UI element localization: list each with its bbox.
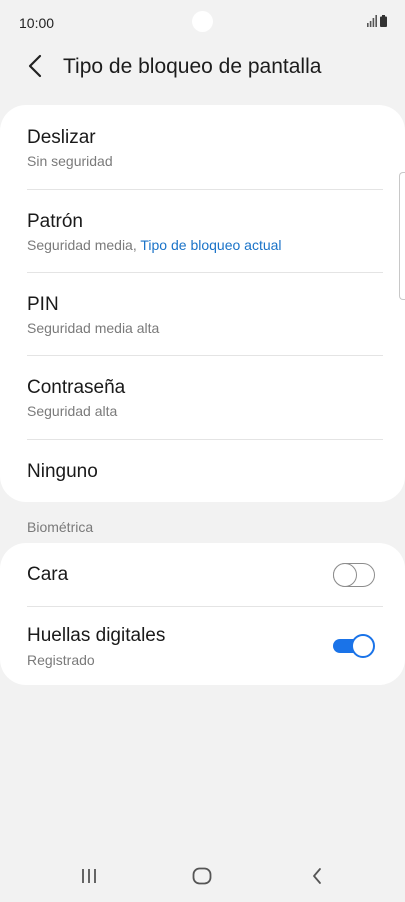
recent-apps-button[interactable] (74, 862, 104, 890)
lock-option-deslizar[interactable]: Deslizar Sin seguridad (0, 105, 405, 189)
camera-cutout (192, 11, 213, 32)
lock-option-ninguno[interactable]: Ninguno (0, 439, 405, 502)
toggle-knob (333, 563, 357, 587)
back-button[interactable] (22, 52, 48, 80)
biometric-subtitle: Registrado (27, 652, 95, 668)
lock-option-subtitle: Sin seguridad (27, 153, 113, 169)
biometrics-list: Cara Huellas digitales Registrado (0, 543, 405, 685)
home-icon (192, 867, 212, 885)
lock-option-contrasena[interactable]: Contraseña Seguridad alta (0, 355, 405, 439)
fingerprint-toggle[interactable] (333, 634, 375, 658)
signal-icon (367, 15, 377, 27)
lock-option-patron[interactable]: Patrón Seguridad media, Tipo de bloqueo … (0, 189, 405, 272)
lock-option-pin[interactable]: PIN Seguridad media alta (0, 272, 405, 355)
lock-option-subtitle: Seguridad media, Tipo de bloqueo actual (27, 237, 282, 253)
recent-apps-icon (82, 869, 96, 883)
lock-option-subtitle: Seguridad alta (27, 403, 118, 419)
navigation-bar (0, 848, 405, 902)
toggle-knob (351, 634, 375, 658)
lock-option-title: Deslizar (27, 127, 96, 148)
lock-option-title: Contraseña (27, 377, 126, 398)
status-icons (367, 15, 387, 27)
biometric-item-fingerprint[interactable]: Huellas digitales Registrado (0, 606, 405, 685)
status-time: 10:00 (19, 15, 55, 31)
status-bar: 10:00 (0, 0, 405, 44)
biometric-item-face[interactable]: Cara (0, 543, 405, 606)
scrollbar[interactable] (399, 172, 405, 300)
current-lock-type-label: Tipo de bloqueo actual (140, 237, 282, 253)
lock-option-title: Patrón (27, 211, 83, 232)
section-header-biometrics: Biométrica (27, 519, 94, 535)
lock-option-subtitle-text: Seguridad media, (27, 237, 141, 253)
face-toggle[interactable] (333, 563, 375, 587)
lock-option-subtitle: Seguridad media alta (27, 320, 160, 336)
lock-option-title: Ninguno (27, 461, 98, 482)
biometric-title: Cara (27, 564, 69, 585)
chevron-left-icon (28, 54, 42, 78)
lock-type-list: Deslizar Sin seguridad Patrón Seguridad … (0, 105, 405, 502)
battery-icon (380, 15, 387, 27)
system-back-button[interactable] (302, 862, 332, 890)
app-header: Tipo de bloqueo de pantalla (0, 44, 405, 88)
home-button[interactable] (187, 862, 217, 890)
back-icon (313, 868, 321, 884)
lock-option-title: PIN (27, 294, 59, 315)
biometric-title: Huellas digitales (27, 625, 166, 646)
page-title: Tipo de bloqueo de pantalla (63, 55, 322, 78)
